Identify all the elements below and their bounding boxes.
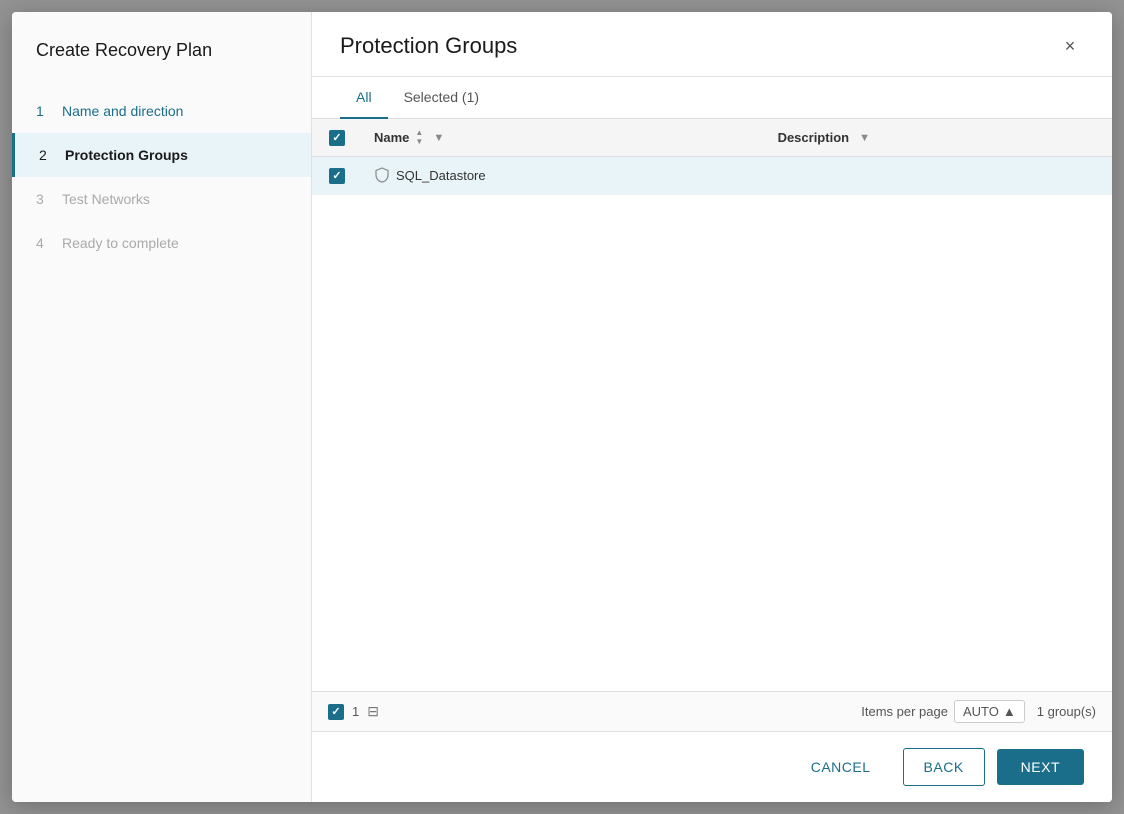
shield-icon (374, 167, 390, 183)
items-per-page-select[interactable]: AUTO ▲ (954, 700, 1025, 723)
close-button[interactable]: × (1056, 32, 1084, 60)
row-name-value: SQL_Datastore (396, 168, 486, 183)
row-checkbox[interactable] (329, 168, 345, 184)
content-title: Protection Groups (340, 33, 517, 59)
items-per-page-value: AUTO (963, 704, 999, 719)
row-name-cell: SQL_Datastore (362, 157, 766, 195)
content-header: Protection Groups × (312, 12, 1112, 77)
row-description-cell (766, 157, 1112, 195)
footer-selected-count: 1 (352, 704, 359, 719)
sidebar-step-4: 4 Ready to complete (12, 221, 311, 265)
table-body: SQL_Datastore (312, 157, 1112, 195)
filter-name-icon[interactable]: ▼ (433, 132, 444, 144)
step-number-1: 1 (36, 103, 52, 119)
footer-clear-icon[interactable]: ⊟ (367, 703, 379, 720)
step-label-2: Protection Groups (65, 147, 188, 163)
modal: Create Recovery Plan 1 Name and directio… (12, 12, 1112, 802)
step-label-3: Test Networks (62, 191, 150, 207)
th-description-label: Description (778, 130, 850, 145)
step-number-3: 3 (36, 191, 52, 207)
tab-selected[interactable]: Selected (1) (388, 77, 495, 119)
back-button[interactable]: BACK (903, 748, 985, 786)
action-bar: CANCEL BACK NEXT (312, 731, 1112, 802)
footer-select-checkbox[interactable] (328, 704, 344, 720)
sidebar-step-3: 3 Test Networks (12, 177, 311, 221)
th-description: Description ▼ (766, 119, 1112, 157)
modal-overlay: Create Recovery Plan 1 Name and directio… (0, 0, 1124, 814)
th-checkbox (312, 119, 362, 157)
sidebar-step-2: 2 Protection Groups (12, 133, 311, 177)
tabs-bar: All Selected (1) (312, 77, 1112, 119)
footer-left: 1 ⊟ (328, 703, 379, 720)
protection-groups-table: Name ▲ ▼ ▼ Description (312, 119, 1112, 195)
footer-right: Items per page AUTO ▲ 1 group(s) (861, 700, 1096, 723)
th-name-label: Name (374, 130, 409, 145)
groups-count: 1 group(s) (1037, 704, 1096, 719)
step-label-4: Ready to complete (62, 235, 179, 251)
cancel-button[interactable]: CANCEL (791, 749, 891, 785)
sort-asc-icon[interactable]: ▲ (415, 129, 423, 137)
table-row[interactable]: SQL_Datastore (312, 157, 1112, 195)
items-per-page-label: Items per page (861, 704, 948, 719)
step-number-4: 4 (36, 235, 52, 251)
step-number-2: 2 (39, 147, 55, 163)
sidebar-step-1: 1 Name and direction (12, 89, 311, 133)
sidebar-title: Create Recovery Plan (12, 40, 311, 89)
items-per-page-control: Items per page AUTO ▲ (861, 700, 1024, 723)
select-all-checkbox[interactable] (329, 130, 345, 146)
content-panel: Protection Groups × All Selected (1) (312, 12, 1112, 802)
filter-description-icon[interactable]: ▼ (859, 132, 870, 144)
step-label-1: Name and direction (62, 103, 183, 119)
table-container: Name ▲ ▼ ▼ Description (312, 119, 1112, 691)
sidebar-steps: 1 Name and direction 2 Protection Groups… (12, 89, 311, 265)
tab-all[interactable]: All (340, 77, 388, 119)
next-button[interactable]: NEXT (997, 749, 1084, 785)
chevron-up-icon: ▲ (1003, 704, 1016, 719)
table-header-row: Name ▲ ▼ ▼ Description (312, 119, 1112, 157)
sidebar: Create Recovery Plan 1 Name and directio… (12, 12, 312, 802)
sort-icons-name: ▲ ▼ (415, 129, 423, 146)
table-footer: 1 ⊟ Items per page AUTO ▲ 1 group(s) (312, 691, 1112, 731)
sort-desc-icon[interactable]: ▼ (415, 138, 423, 146)
row-checkbox-cell (312, 157, 362, 195)
th-name: Name ▲ ▼ ▼ (362, 119, 766, 157)
